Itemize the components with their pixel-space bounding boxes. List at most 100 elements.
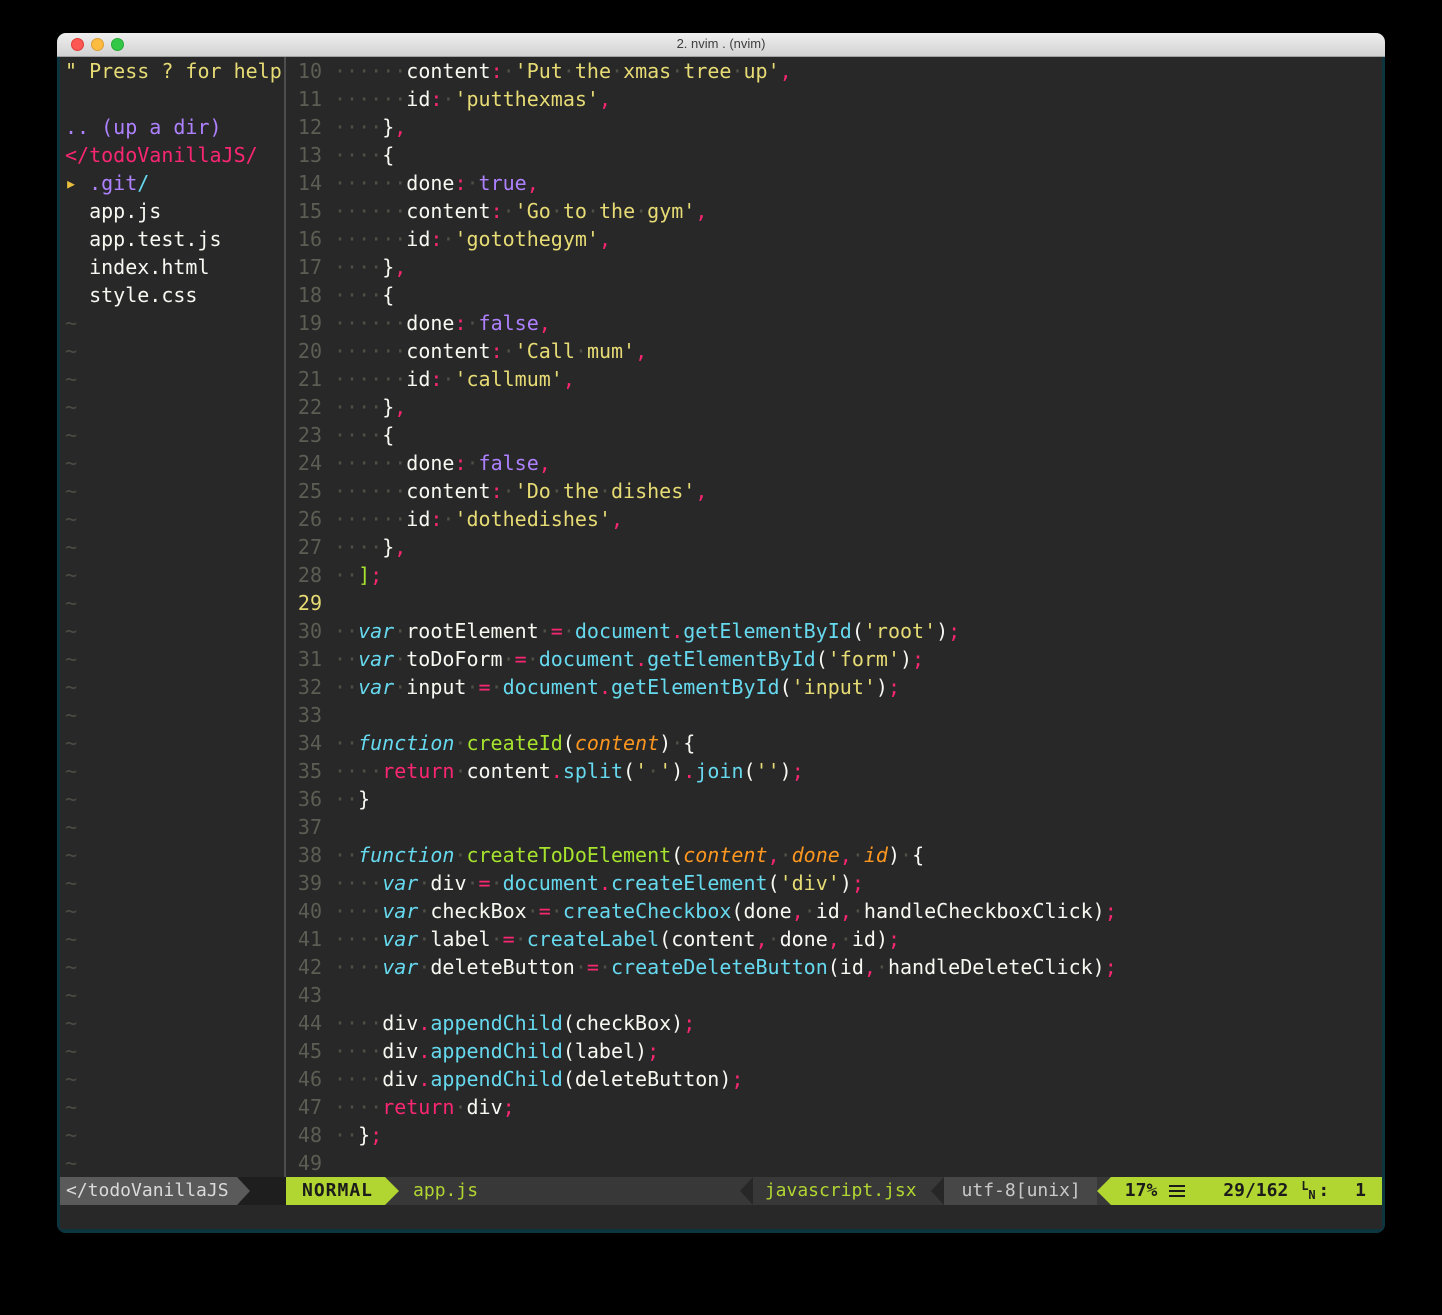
empty-line-tilde: ~ (60, 477, 284, 505)
code-line-39[interactable]: 39····var·div·=·document.createElement('… (286, 869, 1382, 897)
code-line-25[interactable]: 25······content:·'Do·the·dishes', (286, 477, 1382, 505)
line-number: 28 (286, 561, 322, 589)
code-line-10[interactable]: 10······content:·'Put·the·xmas·tree·up', (286, 57, 1382, 85)
empty-line-tilde: ~ (60, 729, 284, 757)
code-line-47[interactable]: 47····return·div; (286, 1093, 1382, 1121)
empty-line-tilde: ~ (60, 953, 284, 981)
code-line-15[interactable]: 15······content:·'Go·to·the·gym', (286, 197, 1382, 225)
code-line-28[interactable]: 28··]; (286, 561, 1382, 589)
position-segment: 17% 29/162 LN : 1 (1111, 1177, 1382, 1205)
code-line-26[interactable]: 26······id:·'dothedishes', (286, 505, 1382, 533)
code-line-35[interactable]: 35····return·content.split('·').join('')… (286, 757, 1382, 785)
code-line-40[interactable]: 40····var·checkBox·=·createCheckbox(done… (286, 897, 1382, 925)
empty-line-tilde: ~ (60, 981, 284, 1009)
code-line-12[interactable]: 12····}, (286, 113, 1382, 141)
code-line-13[interactable]: 13····{ (286, 141, 1382, 169)
code-line-23[interactable]: 23····{ (286, 421, 1382, 449)
cursor-position: 29/162 (1223, 1177, 1288, 1205)
code-line-48[interactable]: 48··}; (286, 1121, 1382, 1149)
empty-line-tilde: ~ (60, 701, 284, 729)
empty-line-tilde: ~ (60, 589, 284, 617)
empty-line-tilde: ~ (60, 533, 284, 561)
code-line-45[interactable]: 45····div.appendChild(label); (286, 1037, 1382, 1065)
line-number: 40 (286, 897, 322, 925)
command-line[interactable] (60, 1205, 1382, 1229)
powerline-arrow-icon (740, 1177, 753, 1205)
main-statusline: NORMAL app.js javascript.jsx utf-8[unix]… (286, 1177, 1382, 1205)
editor-buffer[interactable]: 10······content:·'Put·the·xmas·tree·up',… (286, 57, 1382, 1177)
column-separator: : (1318, 1177, 1329, 1205)
statusline: </todoVanillaJS NORMAL app.js javascript… (60, 1177, 1382, 1205)
tree-dir-git[interactable]: ▸ .git/ (60, 169, 284, 197)
line-number: 16 (286, 225, 322, 253)
tree-up-dir[interactable]: .. (up a dir) (60, 113, 284, 141)
line-number: 31 (286, 645, 322, 673)
code-line-21[interactable]: 21······id:·'callmum', (286, 365, 1382, 393)
code-line-18[interactable]: 18····{ (286, 281, 1382, 309)
code-line-36[interactable]: 36··} (286, 785, 1382, 813)
empty-line-tilde: ~ (60, 785, 284, 813)
code-line-22[interactable]: 22····}, (286, 393, 1382, 421)
code-line-31[interactable]: 31··var·toDoForm·=·document.getElementBy… (286, 645, 1382, 673)
code-line-19[interactable]: 19······done:·false, (286, 309, 1382, 337)
line-number: 47 (286, 1093, 322, 1121)
line-number-icon: LN (1300, 1179, 1318, 1203)
tree-file-app-test-js[interactable]: app.test.js (60, 225, 284, 253)
code-line-33[interactable]: 33 (286, 701, 1382, 729)
code-line-16[interactable]: 16······id:·'gotothegym', (286, 225, 1382, 253)
line-number: 27 (286, 533, 322, 561)
line-number: 46 (286, 1065, 322, 1093)
code-line-24[interactable]: 24······done:·false, (286, 449, 1382, 477)
tree-root[interactable]: </todoVanillaJS/ (60, 141, 284, 169)
code-line-38[interactable]: 38··function·createToDoElement(content,·… (286, 841, 1382, 869)
code-line-44[interactable]: 44····div.appendChild(checkBox); (286, 1009, 1382, 1037)
powerline-arrow-icon (385, 1177, 399, 1205)
line-number: 26 (286, 505, 322, 533)
nerdtree-sidebar[interactable]: " Press ? for help .. (up a dir)</todoVan… (60, 57, 284, 1177)
tree-blank-line[interactable] (60, 85, 284, 113)
zoom-button[interactable] (111, 38, 124, 51)
line-number: 17 (286, 253, 322, 281)
tree-file-app-js[interactable]: app.js (60, 197, 284, 225)
code-line-30[interactable]: 30··var·rootElement·=·document.getElemen… (286, 617, 1382, 645)
tree-file-index-html[interactable]: index.html (60, 253, 284, 281)
code-line-42[interactable]: 42····var·deleteButton·=·createDeleteBut… (286, 953, 1382, 981)
code-line-37[interactable]: 37 (286, 813, 1382, 841)
empty-line-tilde: ~ (60, 1065, 284, 1093)
line-number: 21 (286, 365, 322, 393)
code-line-27[interactable]: 27····}, (286, 533, 1382, 561)
desktop: { "window": { "title": "2. nvim . (nvim)… (0, 0, 1442, 1315)
empty-line-tilde: ~ (60, 421, 284, 449)
code-line-49[interactable]: 49 (286, 1149, 1382, 1177)
minimize-button[interactable] (91, 38, 104, 51)
tree-file-style-css[interactable]: style.css (60, 281, 284, 309)
code-line-34[interactable]: 34··function·createId(content)·{ (286, 729, 1382, 757)
line-number: 11 (286, 85, 322, 113)
line-number: 42 (286, 953, 322, 981)
empty-line-tilde: ~ (60, 897, 284, 925)
line-number: 24 (286, 449, 322, 477)
line-number: 13 (286, 141, 322, 169)
line-number: 37 (286, 813, 322, 841)
line-number: 32 (286, 673, 322, 701)
code-line-32[interactable]: 32··var·input·=·document.getElementById(… (286, 673, 1382, 701)
empty-line-tilde: ~ (60, 813, 284, 841)
line-number: 18 (286, 281, 322, 309)
code-line-41[interactable]: 41····var·label·=·createLabel(content,·d… (286, 925, 1382, 953)
line-number: 19 (286, 309, 322, 337)
close-button[interactable] (71, 38, 84, 51)
nerdtree-path-segment: </todoVanillaJS (60, 1177, 237, 1205)
tree-help-line[interactable]: " Press ? for help (60, 57, 284, 85)
empty-line-tilde: ~ (60, 645, 284, 673)
code-line-20[interactable]: 20······content:·'Call·mum', (286, 337, 1382, 365)
code-line-17[interactable]: 17····}, (286, 253, 1382, 281)
line-number: 38 (286, 841, 322, 869)
code-line-29[interactable]: 29 (286, 589, 1382, 617)
powerline-arrow-icon (237, 1177, 250, 1205)
code-line-14[interactable]: 14······done:·true, (286, 169, 1382, 197)
code-line-11[interactable]: 11······id:·'putthexmas', (286, 85, 1382, 113)
empty-line-tilde: ~ (60, 1009, 284, 1037)
code-line-43[interactable]: 43 (286, 981, 1382, 1009)
code-line-46[interactable]: 46····div.appendChild(deleteButton); (286, 1065, 1382, 1093)
empty-line-tilde: ~ (60, 673, 284, 701)
